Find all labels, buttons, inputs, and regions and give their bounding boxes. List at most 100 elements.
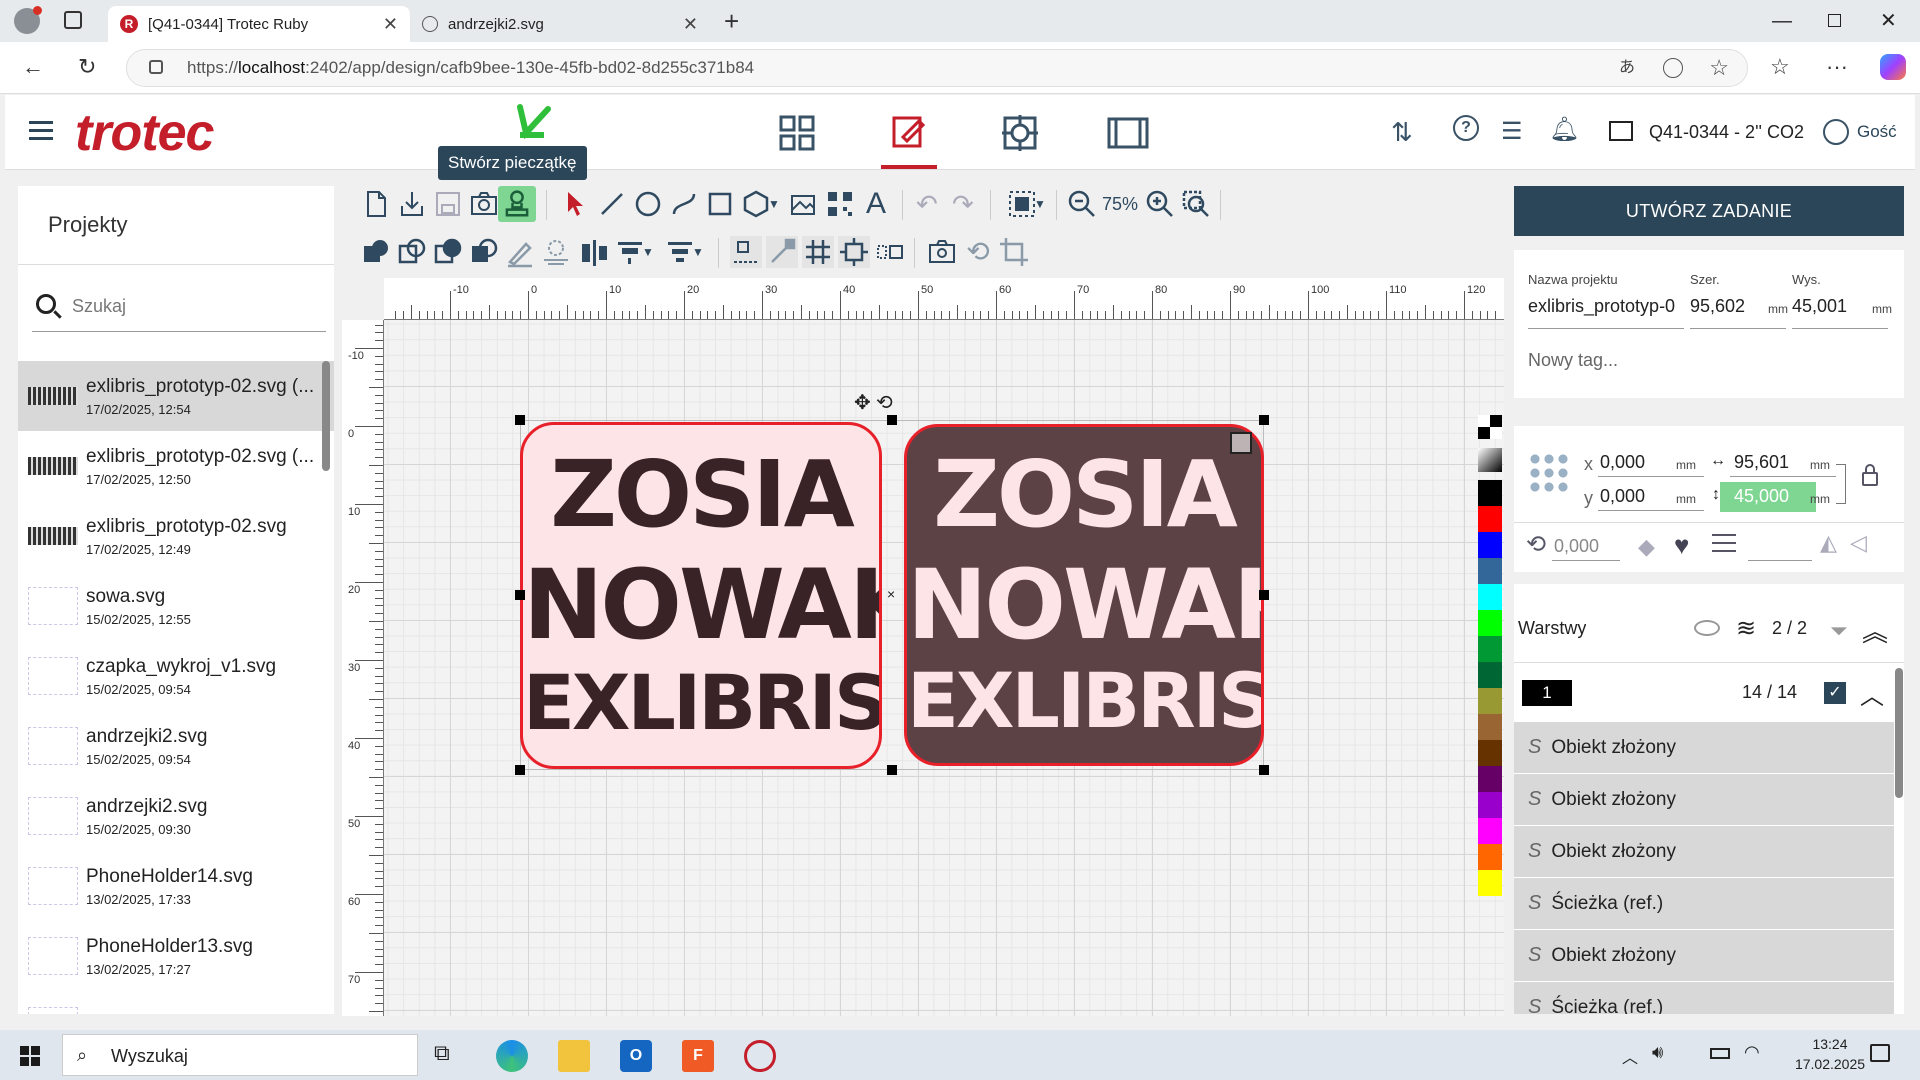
layer-item[interactable]: S Obiekt złożony bbox=[1514, 930, 1894, 982]
capture-icon[interactable] bbox=[926, 236, 958, 268]
position-target-icon[interactable] bbox=[1000, 113, 1040, 153]
project-name-field[interactable]: exlibris_prototyp-0 bbox=[1528, 296, 1686, 317]
minimize-icon[interactable]: — bbox=[1772, 10, 1792, 33]
resize-handle[interactable] bbox=[1259, 590, 1269, 600]
design-editor-icon[interactable] bbox=[889, 113, 929, 153]
boolean-subtract-icon[interactable] bbox=[396, 236, 428, 268]
volume-icon[interactable]: 🔊︎ bbox=[1652, 1042, 1663, 1063]
hamburger-menu-icon[interactable] bbox=[29, 121, 53, 140]
center-snap-icon[interactable] bbox=[838, 236, 870, 268]
color-swatch[interactable] bbox=[1478, 506, 1502, 532]
clock-date[interactable]: 17.02.2025 bbox=[1790, 1056, 1870, 1072]
edge-browser-icon[interactable] bbox=[496, 1040, 528, 1072]
url-field[interactable]: https://localhost:2402/app/design/cafb9b… bbox=[126, 49, 1748, 87]
tag-input[interactable]: Nowy tag... bbox=[1528, 350, 1618, 371]
resize-handle[interactable] bbox=[1259, 765, 1269, 775]
wifi-icon[interactable]: ◠ bbox=[1744, 1042, 1760, 1063]
h-field[interactable]: 45,000 bbox=[1734, 486, 1789, 507]
windows-start-icon[interactable] bbox=[20, 1046, 40, 1066]
fusion-app-icon[interactable]: F bbox=[682, 1040, 714, 1072]
tray-chevron-icon[interactable]: ︿ bbox=[1622, 1044, 1638, 1068]
height-field[interactable]: 45,001 bbox=[1792, 296, 1847, 317]
color-swatch[interactable] bbox=[1478, 740, 1502, 766]
line-pattern-icon[interactable] bbox=[1712, 534, 1736, 552]
layer-item[interactable]: S Obiekt złożony bbox=[1514, 826, 1894, 878]
close-window-icon[interactable]: ✕ bbox=[1880, 8, 1897, 33]
camera-icon[interactable] bbox=[468, 188, 500, 220]
zoom-out-icon[interactable] bbox=[1066, 188, 1098, 220]
layer-item[interactable]: S Obiekt złożony bbox=[1514, 774, 1894, 826]
color-swatch[interactable] bbox=[1478, 584, 1502, 610]
ruby-app-icon[interactable] bbox=[744, 1040, 776, 1072]
rectangle-tool-icon[interactable] bbox=[704, 188, 736, 220]
trace-icon[interactable] bbox=[540, 236, 572, 268]
list-item[interactable]: exlibris_prototyp-02.svg (... 17/02/2025,… bbox=[18, 431, 334, 501]
new-file-icon[interactable] bbox=[360, 188, 392, 220]
snap-path-icon[interactable] bbox=[766, 236, 798, 268]
move-icon[interactable]: ✥ bbox=[854, 390, 871, 415]
color-swatch[interactable] bbox=[1478, 480, 1502, 506]
color-swatch[interactable] bbox=[1478, 662, 1502, 688]
library-grid-icon[interactable] bbox=[777, 113, 817, 153]
select-pointer-icon[interactable] bbox=[560, 188, 592, 220]
new-tab-icon[interactable]: + bbox=[724, 6, 739, 37]
tab-actions-icon[interactable] bbox=[64, 11, 82, 29]
fill-bucket-icon[interactable]: ◆ bbox=[1638, 534, 1655, 560]
color-swatch[interactable] bbox=[1478, 844, 1502, 870]
undo-icon[interactable]: ↶ bbox=[916, 188, 948, 220]
redo-icon[interactable]: ↷ bbox=[952, 188, 984, 220]
edit-nodes-icon[interactable] bbox=[504, 236, 536, 268]
tab-andrzejki[interactable]: andrzejki2.svg ✕ bbox=[410, 6, 710, 42]
dropdown-caret-icon[interactable]: ▼ bbox=[768, 188, 782, 220]
visibility-eye-icon[interactable] bbox=[1694, 620, 1720, 636]
image-tool-icon[interactable] bbox=[788, 188, 820, 220]
machine-name[interactable]: Q41-0344 - 2'' CO2 bbox=[1649, 122, 1804, 143]
create-job-button[interactable]: UTWÓRZ ZADANIE bbox=[1514, 186, 1904, 236]
battery-icon[interactable] bbox=[1710, 1048, 1730, 1059]
list-item[interactable]: PhoneHolder12.svg bbox=[18, 991, 334, 1014]
resize-handle[interactable] bbox=[887, 415, 897, 425]
machine-icon[interactable] bbox=[1609, 121, 1633, 141]
help-icon[interactable]: ? bbox=[1453, 115, 1493, 155]
aspect-lock-icon[interactable] bbox=[1862, 464, 1878, 486]
refresh-icon[interactable]: ↻ bbox=[78, 54, 96, 80]
palette-checker-icon[interactable] bbox=[1478, 415, 1502, 439]
layers-scrollbar[interactable] bbox=[1895, 668, 1903, 798]
copilot-icon[interactable] bbox=[1880, 54, 1906, 80]
filter-icon[interactable]: ⏷ bbox=[1830, 618, 1848, 644]
read-aloud-icon[interactable]: あ bbox=[1619, 50, 1635, 86]
job-queue-icon[interactable] bbox=[1106, 113, 1150, 153]
text-tool-icon[interactable]: A bbox=[860, 188, 892, 220]
close-tab-icon[interactable]: ✕ bbox=[683, 14, 698, 35]
zoom-in-icon[interactable] bbox=[1144, 188, 1176, 220]
color-swatch[interactable] bbox=[1478, 532, 1502, 558]
favorite-star-icon[interactable]: ☆ bbox=[1709, 50, 1729, 86]
taskbar-search[interactable]: ⌕ Wyszukaj bbox=[62, 1034, 418, 1076]
rotate-icon[interactable]: ⟲ bbox=[876, 390, 893, 415]
object-snap-icon[interactable] bbox=[874, 236, 906, 268]
color-swatch[interactable] bbox=[1478, 714, 1502, 740]
w-field[interactable]: 95,601 bbox=[1734, 452, 1789, 473]
x-field[interactable]: 0,000 bbox=[1600, 452, 1645, 473]
extensions-icon[interactable] bbox=[1663, 58, 1683, 78]
dropdown-caret-icon[interactable]: ▼ bbox=[1034, 188, 1048, 220]
transform-corners-icon[interactable] bbox=[1230, 432, 1252, 454]
color-swatch[interactable] bbox=[1478, 818, 1502, 844]
task-view-icon[interactable]: ⧉ bbox=[434, 1040, 466, 1072]
more-icon[interactable]: ··· bbox=[1826, 54, 1848, 80]
layers-stack-icon[interactable]: ≋ bbox=[1736, 614, 1756, 643]
resize-handle[interactable] bbox=[515, 590, 525, 600]
collapse-all-icon[interactable]: ︽ bbox=[1862, 612, 1888, 649]
layer-item[interactable]: S Ścieżka (ref.) bbox=[1514, 982, 1894, 1014]
list-item[interactable]: sowa.svg 15/02/2025, 12:55 bbox=[18, 571, 334, 641]
zoom-fit-icon[interactable] bbox=[1180, 188, 1212, 220]
scrollbar[interactable] bbox=[322, 361, 330, 471]
layer-checkbox[interactable]: ✓ bbox=[1824, 682, 1846, 704]
user-name[interactable]: Gość bbox=[1857, 122, 1897, 142]
notification-bell-icon[interactable]: 🔔︎ bbox=[1549, 115, 1589, 155]
search-input[interactable]: Szukaj bbox=[32, 282, 326, 332]
resize-handle[interactable] bbox=[515, 415, 525, 425]
color-swatch[interactable] bbox=[1478, 688, 1502, 714]
stamp-arrow-icon[interactable] bbox=[512, 103, 552, 143]
sync-settings-icon[interactable]: ⇅ bbox=[1391, 117, 1431, 157]
